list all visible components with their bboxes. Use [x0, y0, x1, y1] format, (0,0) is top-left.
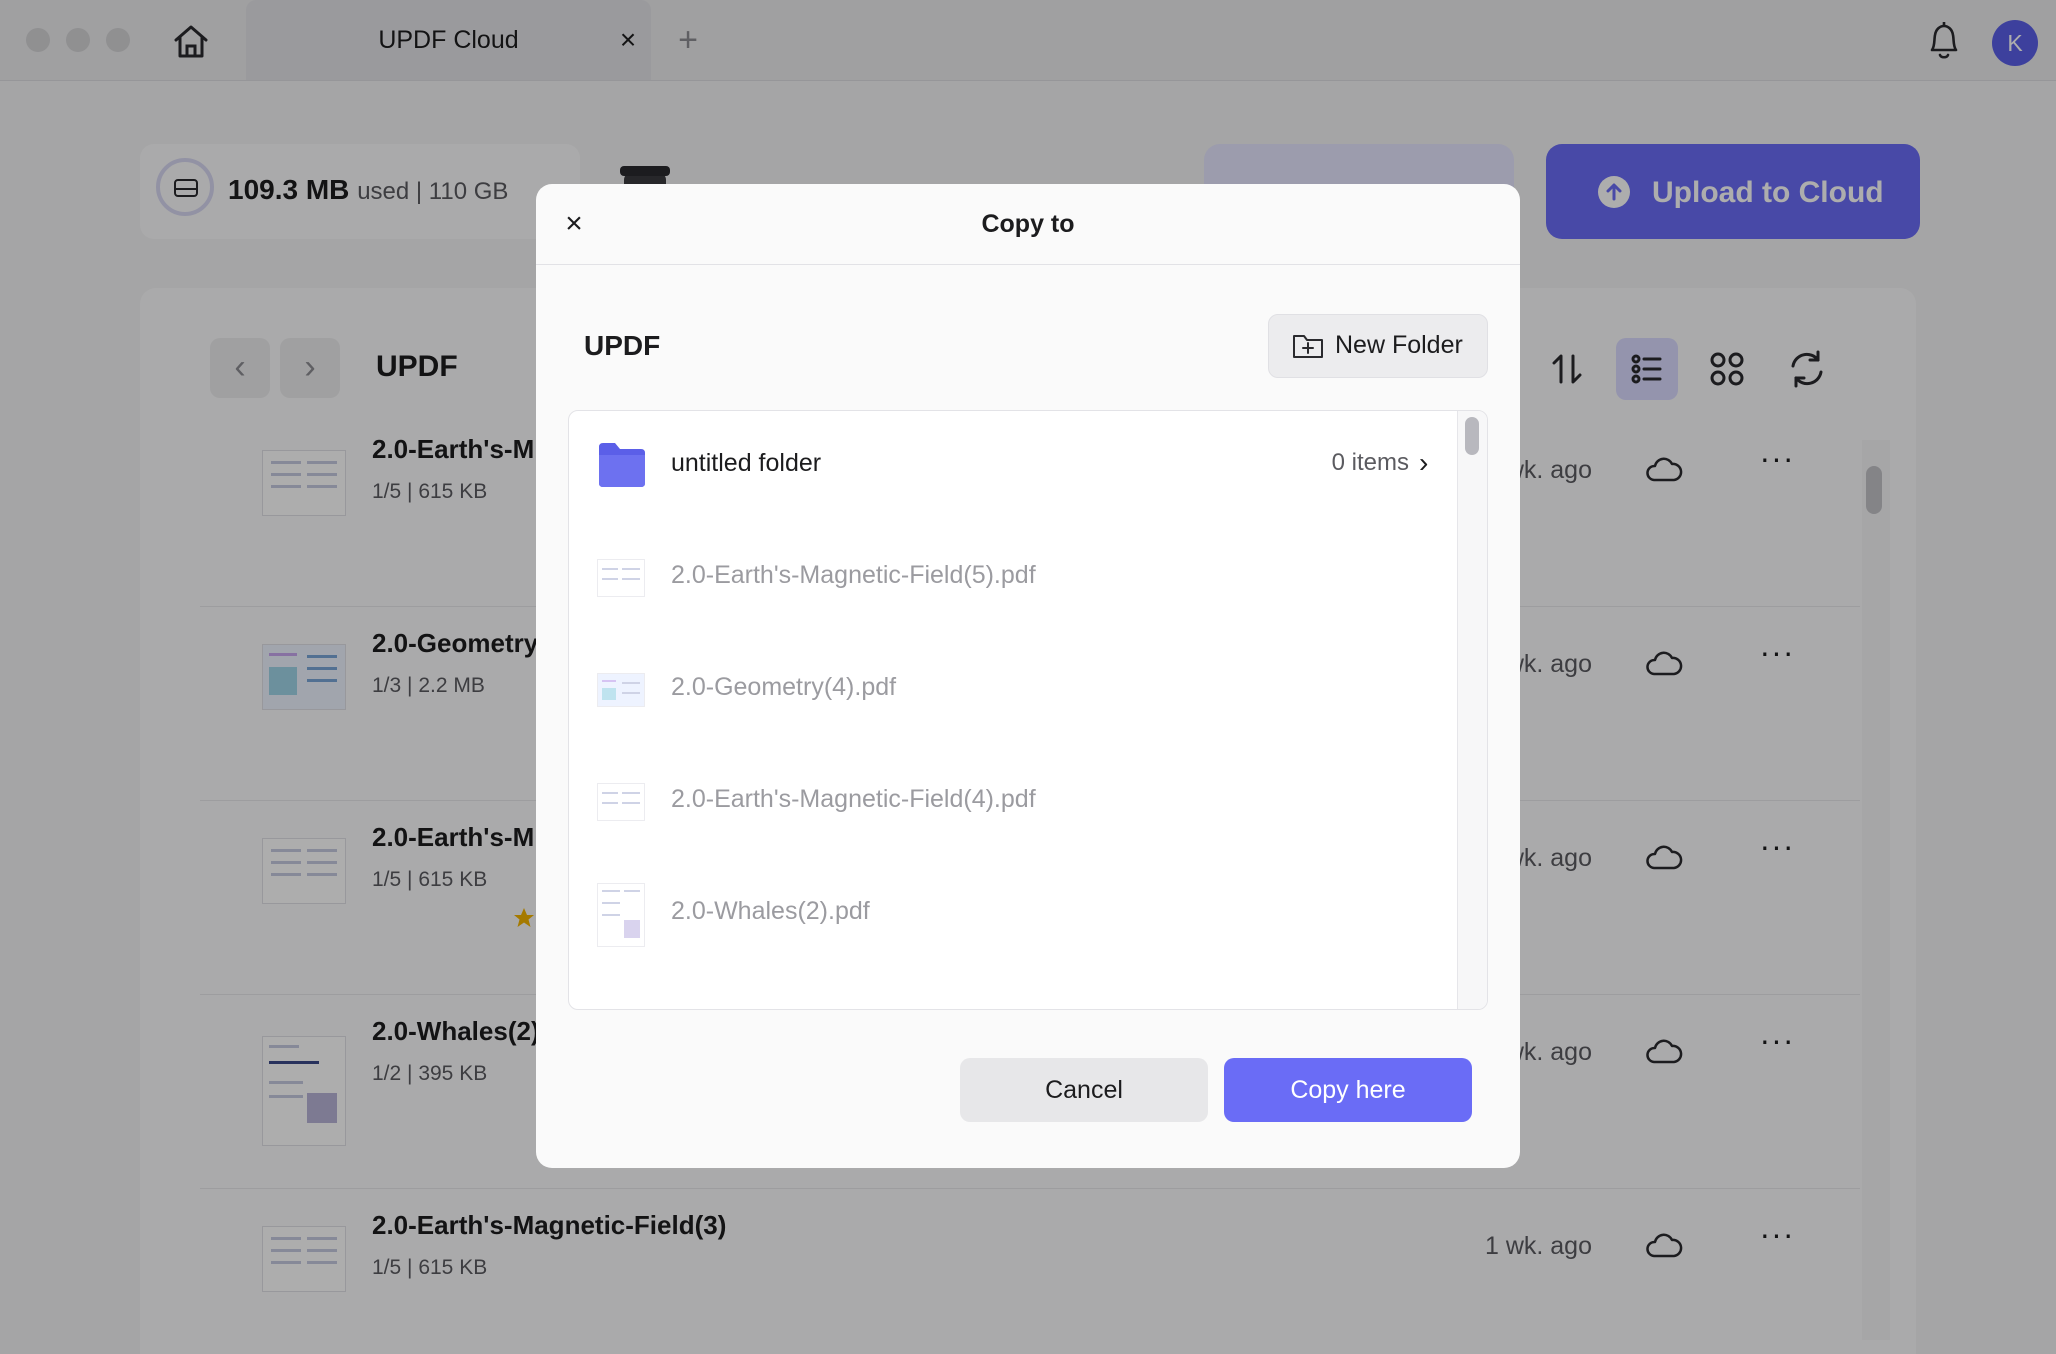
list-item-name: 2.0-Earth's-Magnetic-Field(5).pdf [671, 561, 1036, 589]
pdf-thumbnail-icon [597, 783, 645, 821]
cancel-button[interactable]: Cancel [960, 1058, 1208, 1122]
copy-to-dialog: Copy to × UPDF New Folder untitled folde… [536, 184, 1520, 1168]
dialog-header: Copy to × [536, 184, 1520, 265]
folder-plus-icon [1291, 329, 1325, 363]
destination-list: untitled folder 0 items › 2.0-Earth's-Ma… [568, 410, 1488, 1010]
dialog-scroll-thumb[interactable] [1465, 417, 1479, 455]
dialog-title: Copy to [981, 210, 1075, 238]
list-item: 2.0-Earth's-Magnetic-Field(5).pdf [569, 523, 1457, 635]
folder-icon [597, 441, 647, 489]
list-item: 2.0-Whales(2).pdf [569, 859, 1457, 971]
dialog-breadcrumb: UPDF [584, 330, 661, 361]
list-item: 2.0-Geometry(4).pdf [569, 635, 1457, 747]
list-item-folder[interactable]: untitled folder 0 items › [569, 411, 1457, 523]
list-item: 2.0-Earth's-Magnetic-Field(4).pdf [569, 747, 1457, 859]
copy-here-button[interactable]: Copy here [1224, 1058, 1472, 1122]
new-folder-label: New Folder [1335, 331, 1463, 359]
dialog-scrollbar[interactable] [1457, 411, 1487, 1009]
list-item-count: 0 items [1331, 449, 1409, 476]
pdf-thumbnail-icon [597, 559, 645, 597]
list-item-name: 2.0-Earth's-Magnetic-Field(4).pdf [671, 785, 1036, 813]
list-item-name: untitled folder [671, 449, 822, 477]
close-icon[interactable]: × [556, 206, 592, 242]
list-item-name: 2.0-Geometry(4).pdf [671, 673, 897, 701]
list-item-name: 2.0-Whales(2).pdf [671, 897, 870, 925]
chevron-right-icon[interactable]: › [1419, 447, 1443, 478]
pdf-thumbnail-icon [597, 883, 645, 947]
pdf-thumbnail-icon [597, 673, 645, 707]
dialog-new-folder-button[interactable]: New Folder [1268, 314, 1488, 378]
